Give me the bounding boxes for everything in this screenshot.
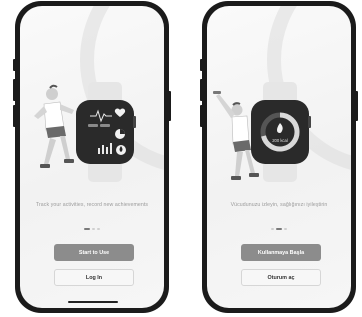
page-indicator	[207, 228, 351, 230]
onboarding-screen-health: 200 kcal Vücudunuzu izleyin, sağlığınızı…	[207, 6, 351, 308]
phone-frame-left: Track your activities, record new achiev…	[13, 1, 171, 313]
phone-frame-right: 200 kcal Vücudunuzu izleyin, sağlığınızı…	[200, 1, 358, 313]
page-dot-active	[84, 228, 90, 230]
page-indicator	[20, 228, 164, 230]
onboarding-screen-activities: Track your activities, record new achiev…	[20, 6, 164, 308]
page-dot	[271, 228, 274, 230]
onboarding-caption: Vücudunuzu izleyin, sağlığınızı iyileşti…	[230, 202, 328, 208]
page-dot	[97, 228, 100, 230]
mute-switch	[13, 59, 16, 71]
volume-down-button	[200, 105, 203, 127]
power-button	[355, 91, 358, 121]
watch-calorie-label: 200 kcal	[272, 138, 288, 143]
sign-in-button[interactable]: Oturum aç	[241, 269, 321, 286]
runner-watch-illustration	[34, 82, 136, 182]
log-in-button[interactable]: Log In	[54, 269, 134, 286]
start-to-use-button[interactable]: Start to Use	[54, 244, 134, 261]
volume-down-button	[13, 105, 16, 127]
onboarding-caption: Track your activities, record new achiev…	[35, 202, 149, 208]
power-button	[168, 91, 171, 121]
start-to-use-button[interactable]: Kullanmaya Başla	[241, 244, 321, 261]
mute-switch	[200, 59, 203, 71]
home-indicator	[68, 301, 118, 303]
page-dot	[92, 228, 95, 230]
page-dot-active	[276, 228, 282, 230]
page-dot	[284, 228, 287, 230]
stretching-watch-illustration: 200 kcal	[213, 82, 311, 182]
volume-up-button	[13, 79, 16, 101]
volume-up-button	[200, 79, 203, 101]
